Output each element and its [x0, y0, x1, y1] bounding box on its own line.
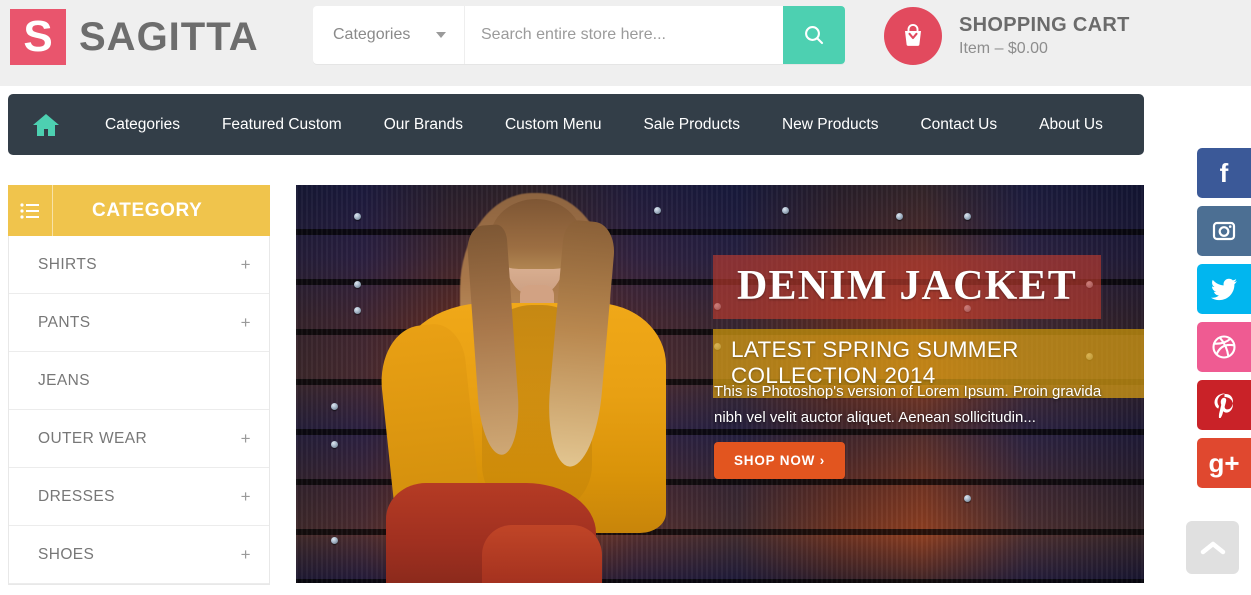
social-facebook-button[interactable]: f [1197, 148, 1251, 198]
facebook-icon: f [1219, 157, 1229, 188]
expand-icon[interactable]: + [241, 314, 251, 331]
search-category-dropdown[interactable]: Categories [313, 6, 465, 64]
search-bar: Categories [313, 6, 845, 64]
social-twitter-button[interactable] [1197, 264, 1251, 314]
chevron-down-icon [436, 32, 446, 38]
nav-item-sale-products[interactable]: Sale Products [622, 94, 761, 155]
expand-icon[interactable]: + [241, 430, 251, 447]
social-media-rail: f g+ [1197, 148, 1251, 496]
scroll-to-top-button[interactable] [1186, 521, 1239, 574]
dribbble-icon [1212, 335, 1236, 359]
plank-rivet [896, 213, 903, 220]
page-root: S SAGITTA Categories Search entire store… [0, 0, 1251, 595]
plank-rivet [331, 537, 338, 544]
twitter-icon [1210, 278, 1237, 301]
plank-rivet [964, 495, 971, 502]
search-icon [805, 26, 824, 45]
nav-item-categories[interactable]: Categories [84, 94, 201, 155]
shopping-basket-icon [905, 23, 921, 46]
expand-icon[interactable]: + [241, 488, 251, 505]
sidebar-item-shirts[interactable]: SHIRTS + [9, 236, 269, 294]
logo-mark-icon: S [10, 9, 66, 65]
plank-rivet [331, 441, 338, 448]
hero-title: DENIM JACKET [713, 255, 1101, 320]
hero-description: This is Photoshop's version of Lorem Ips… [714, 383, 1102, 426]
googleplus-icon: g+ [1208, 447, 1240, 478]
plank-rivet [354, 281, 361, 288]
category-sidebar-title: CATEGORY [92, 199, 203, 221]
sidebar-item-pants[interactable]: PANTS + [9, 294, 269, 352]
category-list-icon-cell[interactable] [8, 185, 53, 236]
nav-item-about-us[interactable]: About Us [1018, 94, 1124, 155]
plank-rivet [782, 207, 789, 214]
nav-item-home[interactable] [8, 112, 84, 138]
site-logo[interactable]: S SAGITTA [10, 8, 259, 66]
sidebar-item-dresses[interactable]: DRESSES + [9, 468, 269, 526]
plank-rivet [354, 213, 361, 220]
plank-rivet [964, 213, 971, 220]
social-pinterest-button[interactable] [1197, 380, 1251, 430]
cart-icon-badge [884, 7, 942, 65]
hero-model-photo [375, 185, 716, 583]
home-icon [33, 113, 59, 136]
expand-icon[interactable]: + [241, 546, 251, 563]
plank-rivet [354, 307, 361, 314]
nav-item-our-brands[interactable]: Our Brands [363, 94, 484, 155]
nav-item-contact-us[interactable]: Contact Us [899, 94, 1018, 155]
sidebar-item-label: PANTS [38, 313, 91, 331]
instagram-icon [1212, 221, 1236, 241]
sidebar-item-label: SHIRTS [38, 255, 97, 273]
sidebar-item-label: JEANS [38, 371, 90, 389]
main-navigation: Categories Featured Custom Our Brands Cu… [8, 94, 1144, 155]
sidebar-item-outer-wear[interactable]: OUTER WEAR + [9, 410, 269, 468]
category-sidebar: CATEGORY SHIRTS + PANTS + JEANS OUTER WE… [8, 185, 270, 585]
sidebar-item-jeans[interactable]: JEANS [9, 352, 269, 410]
shop-now-button[interactable]: SHOP NOW › [714, 442, 846, 479]
cart-title: SHOPPING CART [959, 14, 1130, 36]
cart-text-block: SHOPPING CART Item – $0.00 [959, 14, 1130, 58]
category-sidebar-header: CATEGORY [8, 185, 270, 236]
site-header: S SAGITTA Categories Search entire store… [0, 0, 1251, 86]
hero-banner[interactable]: DENIM JACKET LATEST SPRING SUMMER COLLEC… [296, 185, 1144, 583]
search-category-label: Categories [333, 26, 411, 43]
search-submit-button[interactable] [783, 6, 845, 64]
logo-wordmark: SAGITTA [79, 14, 259, 59]
sidebar-item-shoes[interactable]: SHOES + [9, 526, 269, 584]
sidebar-item-label: DRESSES [38, 487, 115, 505]
social-instagram-button[interactable] [1197, 206, 1251, 256]
nav-item-custom-menu[interactable]: Custom Menu [484, 94, 622, 155]
sidebar-item-label: OUTER WEAR [38, 429, 148, 447]
sidebar-item-label: SHOES [38, 545, 95, 563]
cart-summary: Item – $0.00 [959, 40, 1048, 57]
chevron-up-icon [1200, 541, 1225, 554]
shopping-cart-widget[interactable]: SHOPPING CART Item – $0.00 [884, 6, 1130, 66]
nav-item-new-products[interactable]: New Products [761, 94, 899, 155]
list-icon [20, 202, 39, 219]
social-dribbble-button[interactable] [1197, 322, 1251, 372]
social-googleplus-button[interactable]: g+ [1197, 438, 1251, 488]
search-input[interactable] [465, 6, 783, 64]
plank-rivet [331, 403, 338, 410]
nav-item-featured-custom[interactable]: Featured Custom [201, 94, 363, 155]
expand-icon[interactable]: + [241, 256, 251, 273]
pinterest-icon [1214, 393, 1233, 418]
